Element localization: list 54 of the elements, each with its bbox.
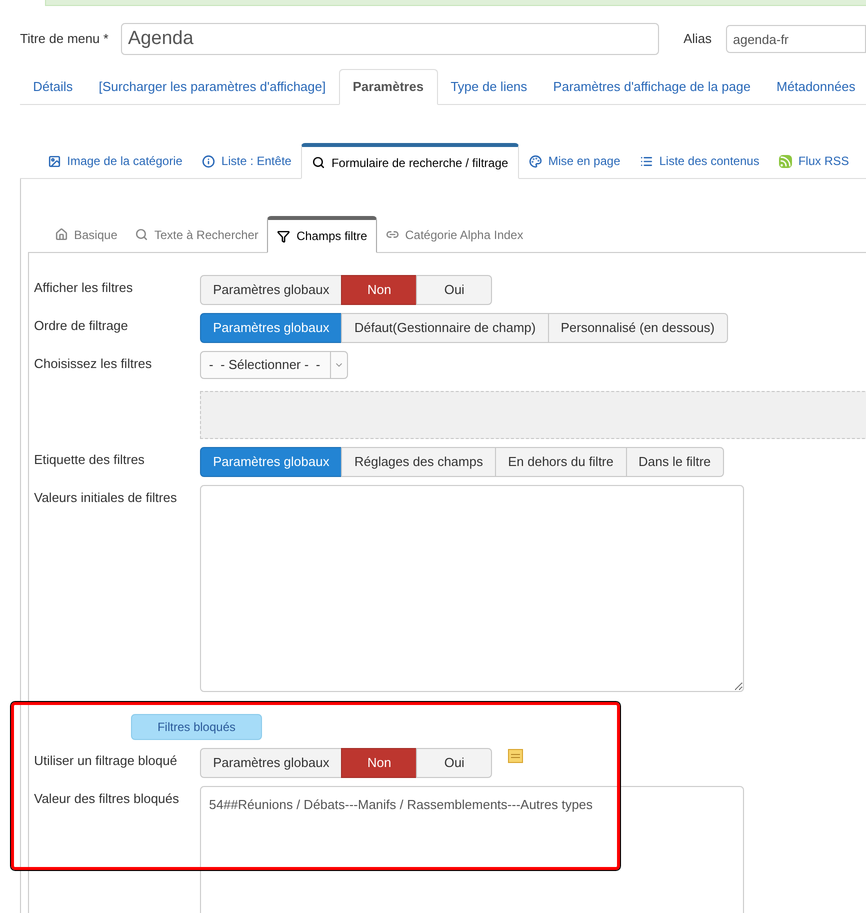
tab[interactable]: Liste : Entête	[192, 143, 302, 179]
tab[interactable]: Image de la catégorie	[38, 143, 192, 179]
title-field[interactable]: Agenda	[120, 23, 660, 55]
option-button[interactable]: Dans le filtre	[626, 447, 724, 477]
alias-field[interactable]: agenda-fr	[726, 25, 866, 53]
info-icon	[202, 154, 216, 168]
option-button[interactable]: Personnalisé (en dessous)	[548, 313, 728, 343]
tab[interactable]: Paramètres	[338, 69, 438, 105]
option-button[interactable]: Paramètres globaux	[200, 275, 342, 305]
field-label: Alias	[683, 30, 713, 48]
palette-icon	[529, 154, 542, 168]
option-button[interactable]: Non	[341, 275, 418, 305]
section-badge: Filtres bloqués	[131, 714, 262, 740]
tab[interactable]: Liste des contenus	[630, 143, 770, 179]
tab[interactable]: Catégorie Alpha Index	[377, 216, 532, 253]
field-label: Etiquette des filtres	[34, 451, 146, 469]
option-button[interactable]: Paramètres globaux	[200, 313, 342, 343]
tab[interactable]: Flux RSS	[769, 143, 860, 179]
funnel-icon	[277, 230, 290, 242]
option-button[interactable]: Oui	[416, 275, 492, 305]
field-label: Choisissez les filtres	[34, 355, 153, 373]
field-label: Afficher les filtres	[34, 279, 134, 297]
tab[interactable]: Formulaire de recherche / filtrage	[301, 143, 520, 179]
field-label: Valeur des filtres bloqués	[34, 790, 180, 808]
list-icon	[640, 154, 654, 168]
option-button[interactable]: Oui	[416, 748, 492, 778]
tab[interactable]: Métadonnées	[764, 69, 866, 105]
option-button[interactable]: Réglages des champs	[341, 447, 496, 477]
option-button[interactable]: Paramètres globaux	[200, 447, 342, 477]
text-area[interactable]: 54##Réunions / Débats---Manifs / Rassemblements---Autres types	[200, 786, 744, 913]
note-icon[interactable]	[508, 749, 524, 763]
tab[interactable]: Détails	[20, 69, 86, 105]
option-button[interactable]: Non	[341, 748, 418, 778]
option-button[interactable]: Défaut(Gestionnaire de champ)	[341, 313, 549, 343]
tab[interactable]: Paramètres d'affichage de la page	[540, 69, 764, 105]
select-field[interactable]: - - Sélectionner - -	[200, 351, 348, 379]
tab[interactable]: Mise en page	[519, 143, 630, 179]
tab[interactable]: Texte à Rechercher	[126, 216, 268, 253]
option-button[interactable]: Paramètres globaux	[200, 748, 342, 778]
tab[interactable]: Champs filtre	[267, 216, 378, 253]
house-icon	[55, 228, 68, 241]
field-label: Utiliser un filtrage bloqué	[34, 752, 178, 770]
rss-icon	[779, 154, 792, 168]
option-button[interactable]: En dehors du filtre	[494, 447, 626, 477]
field-label: Valeurs initiales de filtres	[34, 489, 178, 507]
search-icon	[312, 156, 326, 169]
field-label: Titre de menu *	[20, 30, 110, 48]
image-icon	[48, 154, 61, 168]
search-icon	[135, 228, 148, 241]
tab[interactable]: [Surcharger les paramètres d'affichage]	[86, 69, 339, 105]
link-icon	[386, 228, 400, 241]
tab[interactable]: Type de liens	[438, 69, 540, 105]
field-label: Ordre de filtrage	[34, 317, 129, 335]
tab[interactable]: Basique	[46, 216, 126, 253]
